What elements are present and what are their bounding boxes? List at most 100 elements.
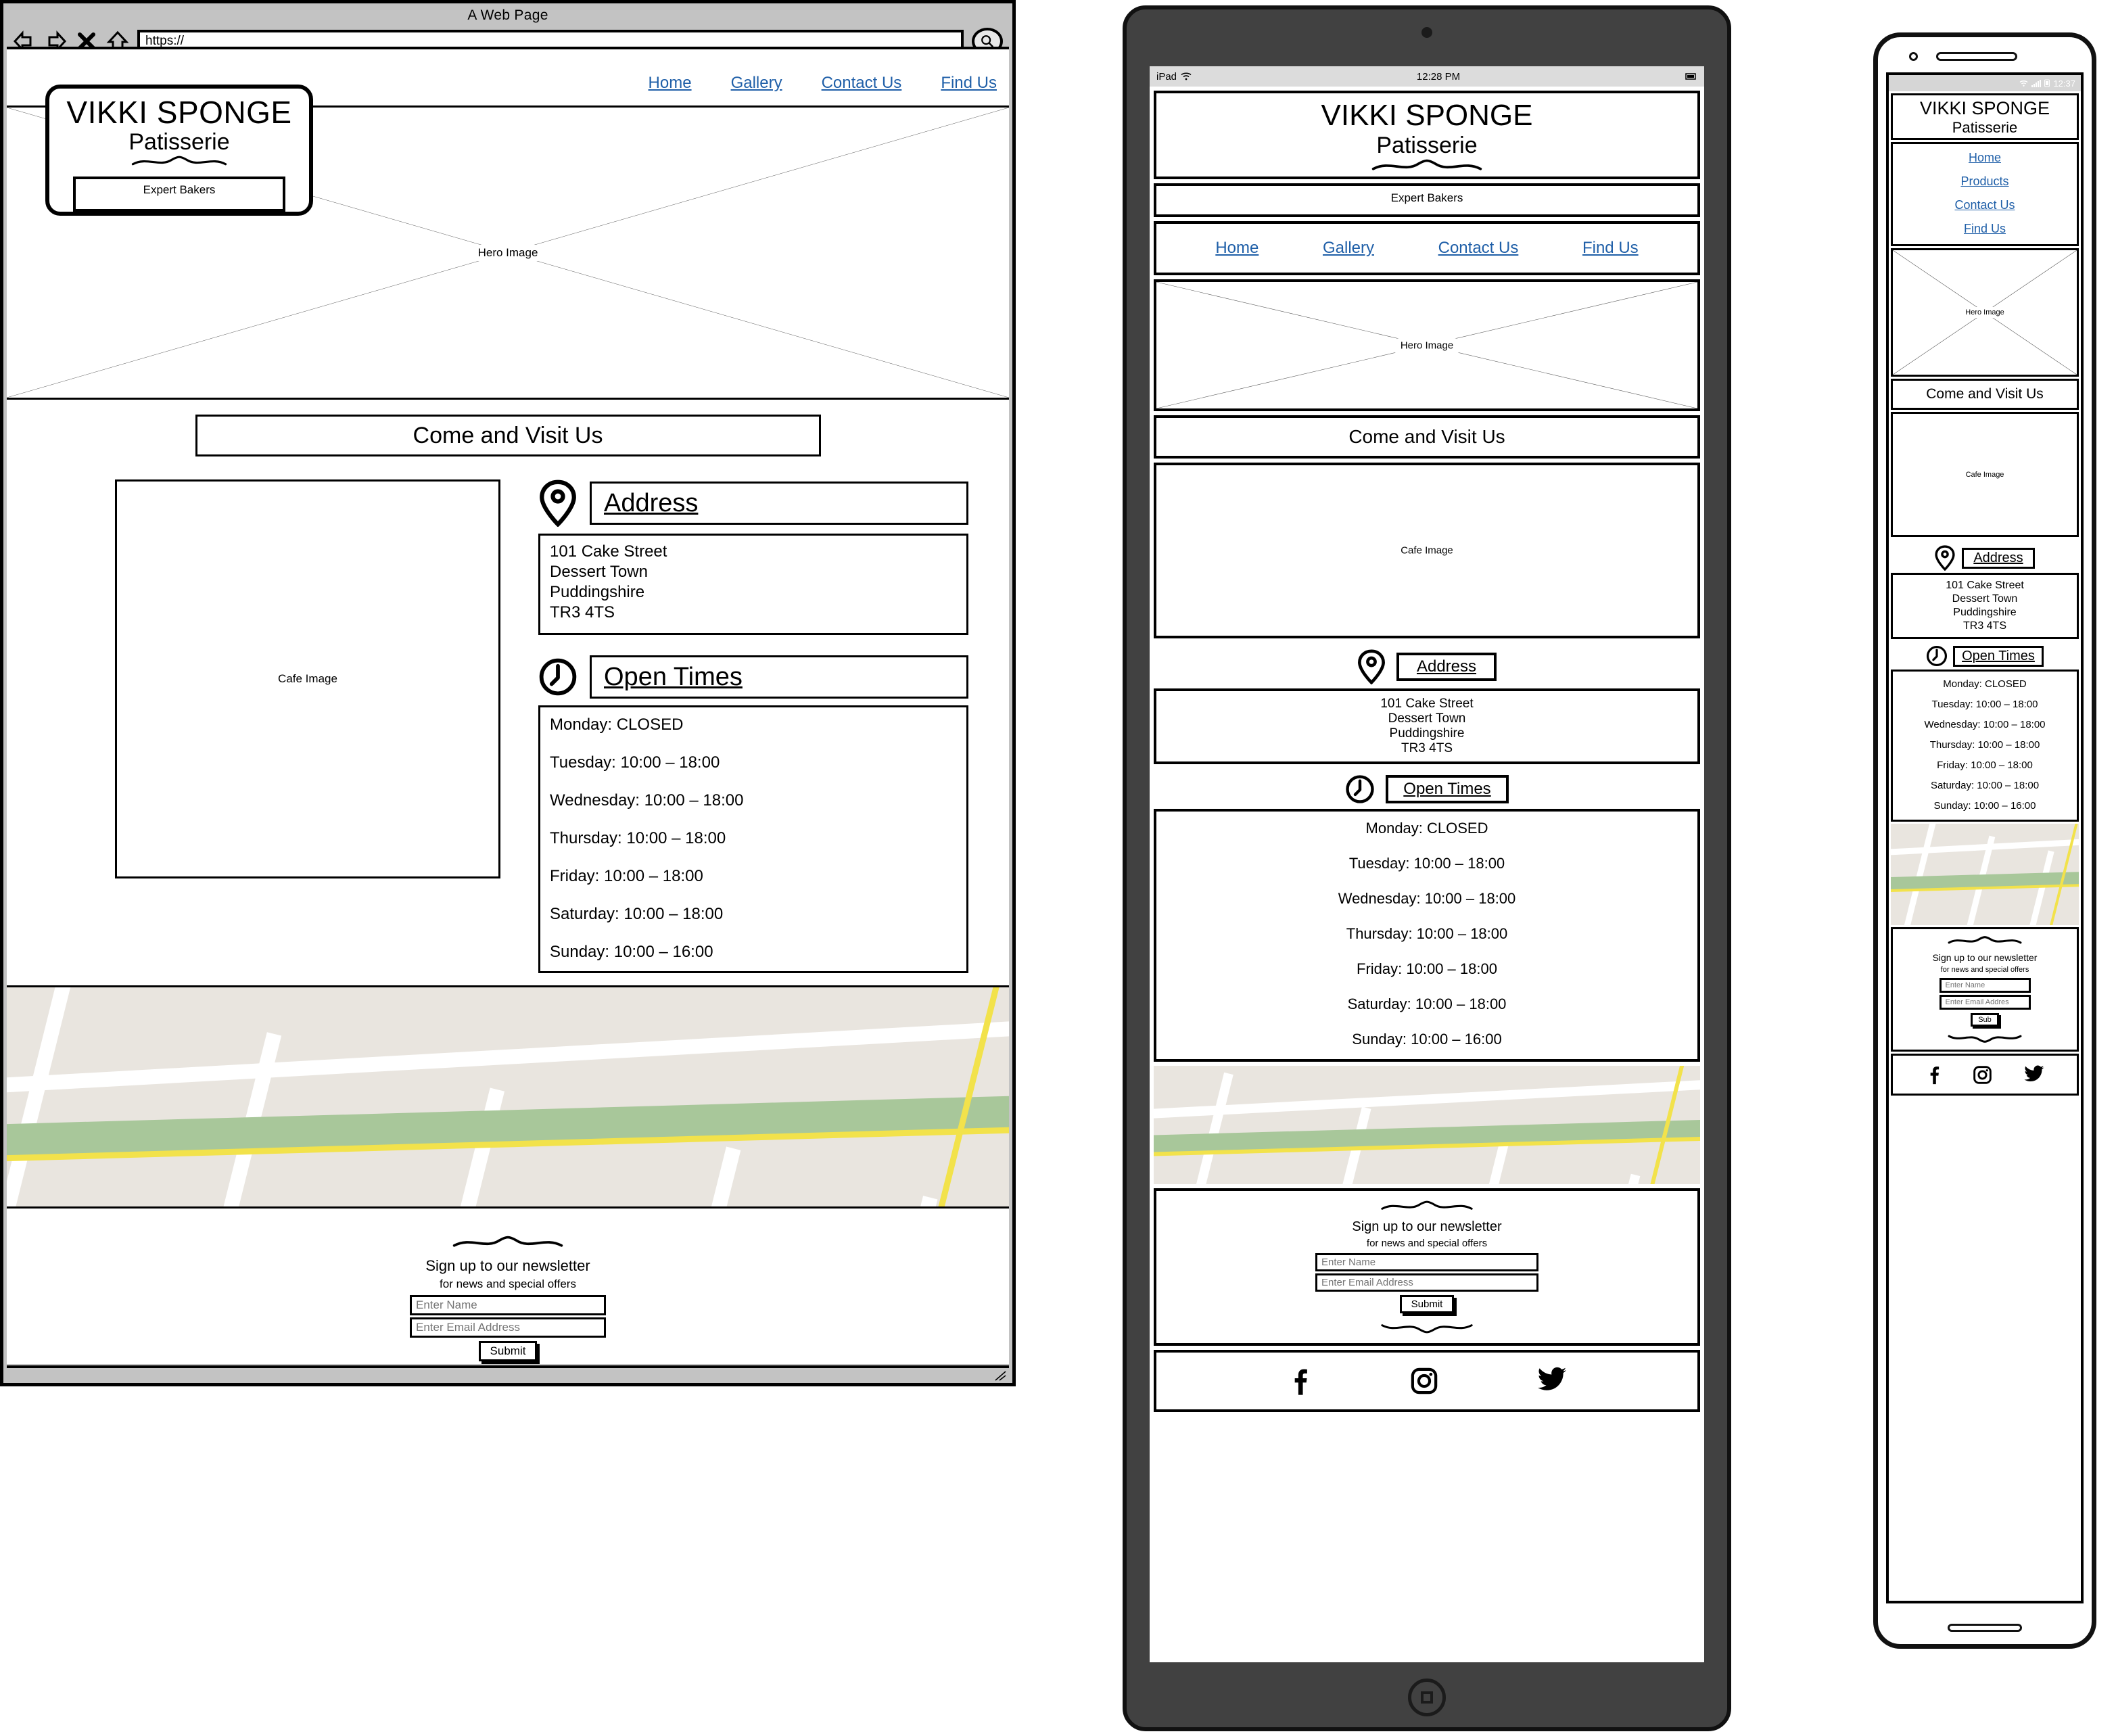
swirl-divider-icon xyxy=(1381,1200,1473,1210)
clock-icon xyxy=(539,658,577,696)
newsletter-section: Sign up to our newsletter for news and s… xyxy=(1891,927,2079,1052)
social-icons-row xyxy=(1156,1353,1697,1409)
newsletter-email-input[interactable] xyxy=(410,1317,606,1338)
nav-link-contact-us[interactable]: Contact Us xyxy=(1438,239,1519,258)
facebook-icon[interactable] xyxy=(1286,1365,1312,1397)
nav-link-home[interactable]: Home xyxy=(649,74,692,93)
map-pin-icon xyxy=(540,479,576,527)
twitter-icon[interactable] xyxy=(2023,1065,2045,1085)
battery-icon xyxy=(2044,79,2050,87)
hours-row: Friday: 10:00 – 18:00 xyxy=(550,867,703,885)
newsletter-email-input[interactable] xyxy=(1315,1273,1538,1292)
phone-nav-card: Home Products Contact Us Find Us xyxy=(1891,142,2079,246)
browser-viewport: Home Gallery Contact Us Find Us Hero Ima… xyxy=(7,47,1009,1364)
phone-open-times-header-row: Open Times xyxy=(1889,644,2081,667)
hours-row: Thursday: 10:00 – 18:00 xyxy=(1929,739,2040,751)
home-button[interactable] xyxy=(1408,1679,1446,1716)
browser-window-title: A Web Page xyxy=(467,7,548,23)
phone-brand-card: VIKKI SPONGE Patisserie xyxy=(1891,93,2079,140)
address-line: Dessert Town xyxy=(1952,593,2018,605)
open-times-title: Open Times xyxy=(1403,780,1491,798)
instagram-icon[interactable] xyxy=(1973,1065,1992,1085)
tablet-tagline-card: Expert Bakers xyxy=(1154,183,1700,217)
nav-link-find-us[interactable]: Find Us xyxy=(1582,239,1639,258)
nav-link-home[interactable]: Home xyxy=(1969,151,2001,165)
address-title: Address xyxy=(1416,657,1477,676)
instagram-icon[interactable] xyxy=(1410,1367,1438,1395)
open-times-title: Open Times xyxy=(604,662,743,691)
tablet-device-frame: iPad 12:28 PM VIKKI SPONGE Patisserie Ex… xyxy=(1123,5,1731,1731)
hero-image-placeholder: Hero Image xyxy=(1891,248,2079,377)
visit-info-column: Address 101 Cake Street Dessert Town Pud… xyxy=(538,479,968,973)
hero-image-label: Hero Image xyxy=(1394,338,1459,352)
brand-name: VIKKI SPONGE xyxy=(66,95,292,130)
cafe-image-label: Cafe Image xyxy=(1395,543,1459,558)
facebook-icon[interactable] xyxy=(1925,1064,1942,1085)
brand-logo-card: VIKKI SPONGE Patisserie Expert Bakers xyxy=(45,85,313,216)
hours-row: Sunday: 10:00 – 16:00 xyxy=(1352,1031,1502,1048)
brand-subtitle: Patisserie xyxy=(128,129,230,155)
tablet-mockup: iPad 12:28 PM VIKKI SPONGE Patisserie Ex… xyxy=(1123,5,1731,1731)
location-map[interactable] xyxy=(7,985,1009,1209)
brand-subtitle: Patisserie xyxy=(1952,119,2018,136)
newsletter-submit-button[interactable]: Submit xyxy=(1399,1295,1455,1313)
swirl-divider-icon xyxy=(1948,936,2022,944)
swirl-divider-icon xyxy=(1371,159,1482,170)
twitter-icon[interactable] xyxy=(1536,1367,1568,1395)
phone-mockup: 12:37 VIKKI SPONGE Patisserie Home Produ… xyxy=(1873,32,2096,1649)
newsletter-email-input[interactable] xyxy=(1939,995,2031,1010)
address-title: Address xyxy=(1973,550,2023,565)
hours-row: Sunday: 10:00 – 16:00 xyxy=(550,943,713,961)
tablet-visit-heading-card: Come and Visit Us xyxy=(1154,415,1700,459)
newsletter-submit-button[interactable]: Sub xyxy=(1971,1013,1999,1027)
open-times-box: Monday: CLOSED Tuesday: 10:00 – 18:00 We… xyxy=(1891,670,2079,822)
location-map[interactable] xyxy=(1891,824,2079,925)
newsletter-title: Sign up to our newsletter xyxy=(1932,952,2038,963)
newsletter-submit-button[interactable]: Submit xyxy=(478,1341,538,1361)
nav-link-products[interactable]: Products xyxy=(1960,174,2008,189)
visit-heading-wrap: Come and Visit Us xyxy=(7,400,1009,469)
hours-row: Saturday: 10:00 – 18:00 xyxy=(1930,780,2040,791)
nav-link-gallery[interactable]: Gallery xyxy=(1323,239,1374,258)
address-header-row: Address xyxy=(538,479,968,527)
social-icons-row xyxy=(1893,1056,2077,1094)
hours-row: Monday: CLOSED xyxy=(1943,678,2027,690)
newsletter-subtitle: for news and special offers xyxy=(1366,1238,1488,1249)
cafe-image-placeholder: Cafe Image xyxy=(1154,463,1700,638)
nav-link-home[interactable]: Home xyxy=(1215,239,1259,258)
hours-row: Tuesday: 10:00 – 18:00 xyxy=(1931,699,2038,710)
swirl-divider-icon xyxy=(131,156,227,166)
browser-status-bar xyxy=(7,1365,1009,1383)
phone-screen: 12:37 VIKKI SPONGE Patisserie Home Produ… xyxy=(1886,72,2084,1603)
newsletter-name-input[interactable] xyxy=(1939,978,2031,993)
location-map[interactable] xyxy=(1154,1066,1700,1184)
hours-row: Saturday: 10:00 – 18:00 xyxy=(1347,995,1507,1012)
phone-address-header-row: Address xyxy=(1889,545,2081,571)
nav-link-contact-us[interactable]: Contact Us xyxy=(822,74,902,93)
address-line: Dessert Town xyxy=(1388,711,1466,726)
open-times-title: Open Times xyxy=(1962,648,2035,663)
nav-link-find-us[interactable]: Find Us xyxy=(1964,222,2006,236)
newsletter-name-input[interactable] xyxy=(1315,1253,1538,1271)
hours-row: Thursday: 10:00 – 18:00 xyxy=(1346,925,1508,942)
resize-grip-icon[interactable] xyxy=(994,1370,1006,1381)
desktop-browser-mockup: A Web Page https:// Home Gallery Contact… xyxy=(0,0,1016,1386)
nav-link-gallery[interactable]: Gallery xyxy=(731,74,782,93)
tablet-address-header-row: Address xyxy=(1150,649,1704,684)
brand-tagline: Expert Bakers xyxy=(72,176,286,212)
cafe-image-placeholder: Cafe Image xyxy=(1891,412,2079,537)
phone-status-bar: 12:37 xyxy=(1889,75,2081,91)
social-footer xyxy=(1891,1054,2079,1096)
status-time: 12:37 xyxy=(2053,78,2075,89)
swirl-divider-icon xyxy=(1381,1324,1473,1334)
newsletter-name-input[interactable] xyxy=(410,1295,606,1315)
social-footer xyxy=(1154,1350,1700,1412)
battery-icon xyxy=(1685,73,1696,80)
hours-row: Sunday: 10:00 – 16:00 xyxy=(1933,800,2036,812)
nav-link-find-us[interactable]: Find Us xyxy=(941,74,997,93)
home-indicator[interactable] xyxy=(1948,1624,2022,1632)
browser-window: A Web Page https:// Home Gallery Contact… xyxy=(0,0,1016,1386)
tablet-nav-card: Home Gallery Contact Us Find Us xyxy=(1154,221,1700,275)
open-times-box: Monday: CLOSED Tuesday: 10:00 – 18:00 We… xyxy=(1154,809,1700,1062)
nav-link-contact-us[interactable]: Contact Us xyxy=(1954,198,2015,212)
